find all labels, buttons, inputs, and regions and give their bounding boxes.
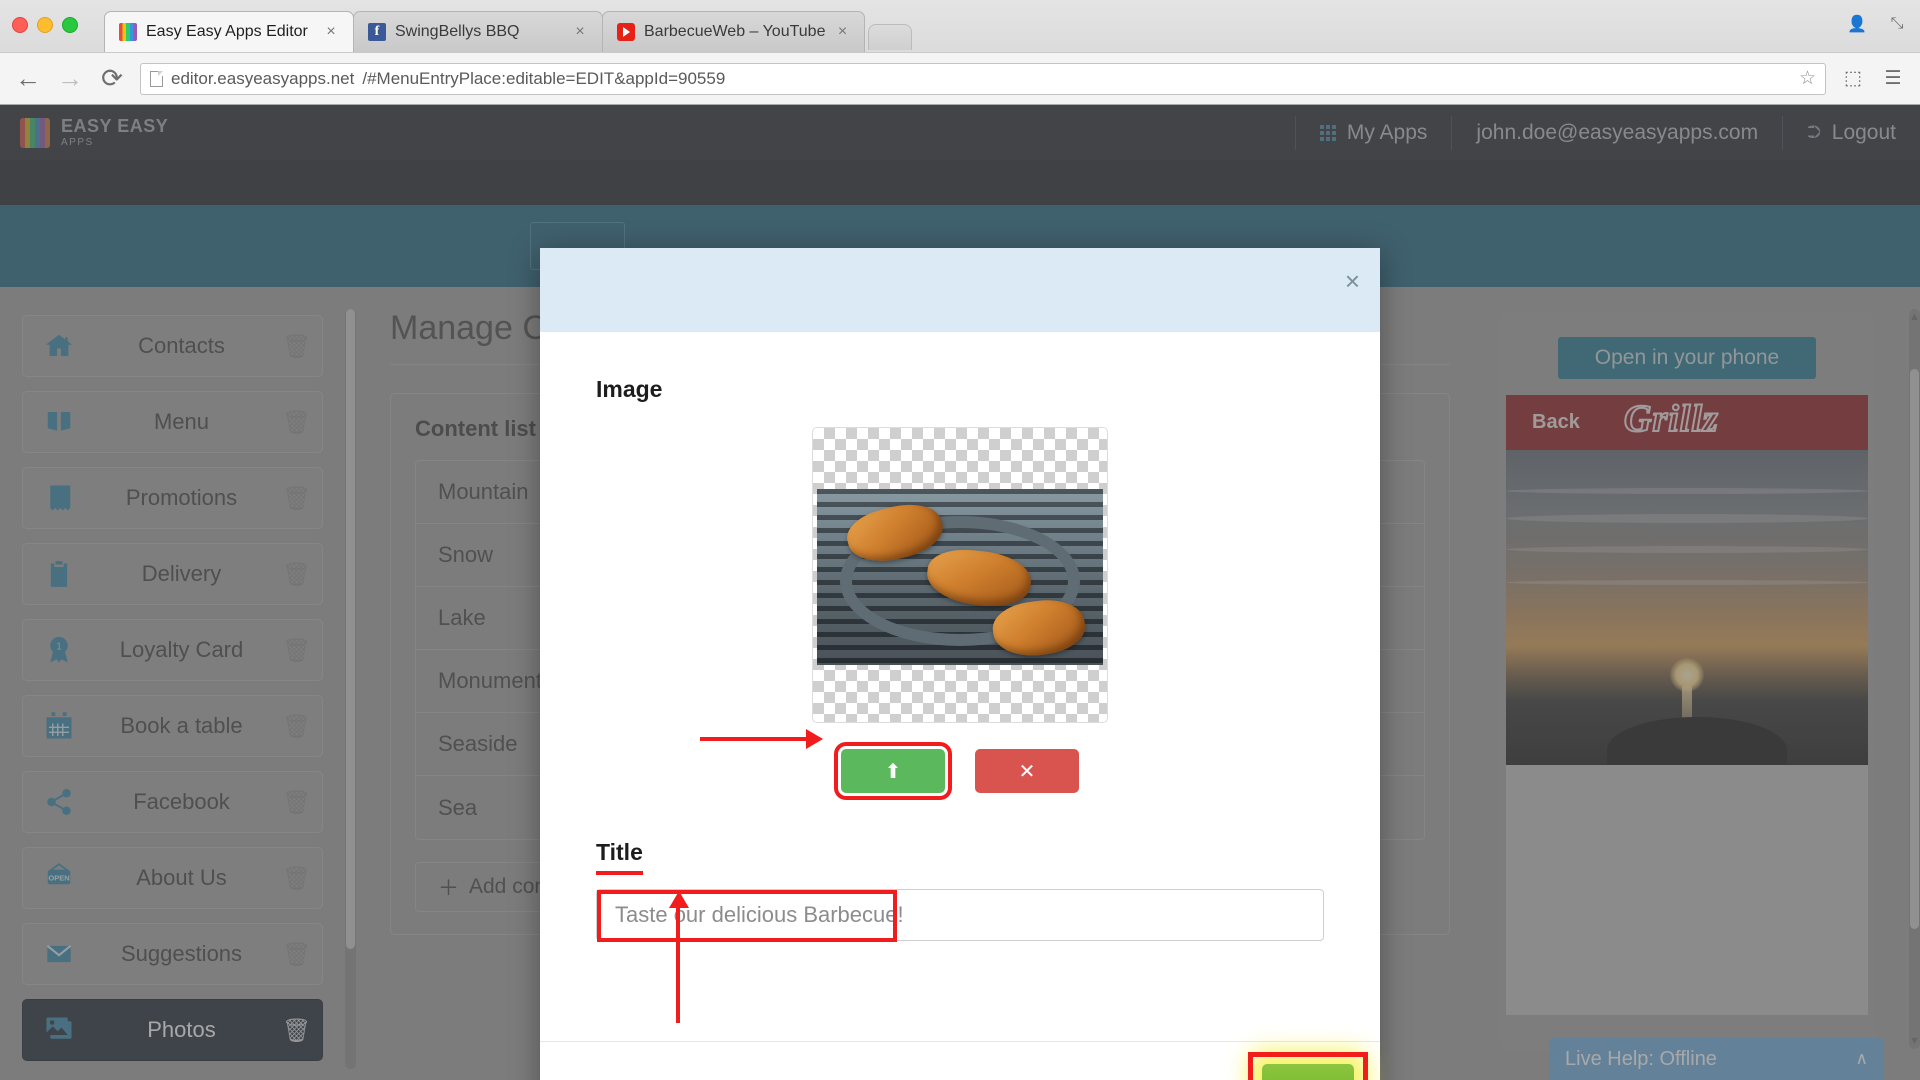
image-action-buttons: ⬆ ✕ xyxy=(596,742,1324,800)
save-button-wrap: Save xyxy=(1248,1052,1368,1080)
delete-image-button[interactable]: ✕ xyxy=(975,749,1079,793)
browser-tab-title: Easy Easy Apps Editor xyxy=(146,23,308,40)
browser-toolbar: ← → ⟳ editor.easyeasyapps.net /#MenuEntr… xyxy=(0,52,1920,104)
title-input[interactable]: Taste our delicious Barbecue! xyxy=(596,889,1324,942)
close-tab-icon[interactable]: × xyxy=(323,23,339,41)
upload-icon: ⬆ xyxy=(884,760,902,783)
browser-tab-title: SwingBellys BBQ xyxy=(395,23,520,40)
menu-icon[interactable]: ☰ xyxy=(1880,67,1906,90)
page-info-icon xyxy=(150,70,163,87)
browser-tab-title: BarbecueWeb – YouTube xyxy=(644,23,826,40)
browser-tabstrip: Easy Easy Apps Editor × f SwingBellys BB… xyxy=(0,0,1920,52)
browser-tabs: Easy Easy Apps Editor × f SwingBellys BB… xyxy=(104,11,913,52)
close-tab-icon[interactable]: × xyxy=(834,23,850,41)
modal-body: Image ⬆ ✕ Title Taste our delicious Barb… xyxy=(540,332,1380,942)
minimize-window-button[interactable] xyxy=(37,17,53,33)
close-window-button[interactable] xyxy=(12,17,28,33)
maximize-window-button[interactable] xyxy=(62,17,78,33)
image-field-label: Image xyxy=(596,376,663,402)
cast-icon[interactable]: ⬚ xyxy=(1840,67,1866,90)
title-field-label: Title xyxy=(596,839,643,865)
modal-header: × xyxy=(540,248,1380,332)
profile-icon[interactable]: 👤 xyxy=(1844,12,1870,36)
app-viewport: EASY EASY APPS My Apps john.doe@easyeasy… xyxy=(0,105,1920,1080)
address-bar[interactable]: editor.easyeasyapps.net /#MenuEntryPlace… xyxy=(140,62,1826,95)
barbecue-photo xyxy=(817,489,1103,665)
back-icon[interactable]: ← xyxy=(14,63,42,94)
annotation-arrow-upload-line xyxy=(700,737,808,741)
annotation-box-title xyxy=(597,890,897,942)
url-path: /#MenuEntryPlace:editable=EDIT&appId=905… xyxy=(362,68,726,88)
facebook-favicon: f xyxy=(368,23,386,41)
browser-tab-1[interactable]: f SwingBellys BBQ × xyxy=(353,11,603,52)
new-tab-button[interactable] xyxy=(868,24,913,50)
title-field-label-wrap: Title xyxy=(596,839,643,875)
modal-footer: Save xyxy=(540,1041,1380,1080)
annotation-arrow-title-head xyxy=(669,891,689,908)
browser-chrome: Easy Easy Apps Editor × f SwingBellys BB… xyxy=(0,0,1920,105)
youtube-favicon xyxy=(617,23,635,41)
browser-tab-0[interactable]: Easy Easy Apps Editor × xyxy=(104,11,354,52)
annotation-arrow-title-line xyxy=(676,905,680,1023)
reload-icon[interactable]: ⟳ xyxy=(98,63,126,94)
window-controls: 👤 ⤡ xyxy=(1844,12,1910,36)
annotation-underline xyxy=(596,871,643,875)
forward-icon[interactable]: → xyxy=(56,63,84,94)
image-preview xyxy=(812,427,1108,723)
close-tab-icon[interactable]: × xyxy=(572,23,588,41)
maximize-icon[interactable]: ⤡ xyxy=(1884,12,1910,36)
window-traffic-lights[interactable] xyxy=(12,17,78,33)
easyeasy-favicon xyxy=(119,23,137,41)
annotation-arrow-upload-head xyxy=(806,729,823,749)
close-icon: ✕ xyxy=(1018,760,1036,783)
edit-photo-modal: × Image ⬆ ✕ Title Taste our delicious Ba… xyxy=(540,248,1380,1080)
annotation-box-save xyxy=(1248,1052,1368,1080)
bookmark-star-icon[interactable]: ☆ xyxy=(1799,67,1816,90)
upload-image-button[interactable]: ⬆ xyxy=(834,742,952,800)
close-icon[interactable]: × xyxy=(1345,266,1360,297)
url-host: editor.easyeasyapps.net xyxy=(171,68,355,88)
browser-tab-2[interactable]: BarbecueWeb – YouTube × xyxy=(602,11,866,52)
